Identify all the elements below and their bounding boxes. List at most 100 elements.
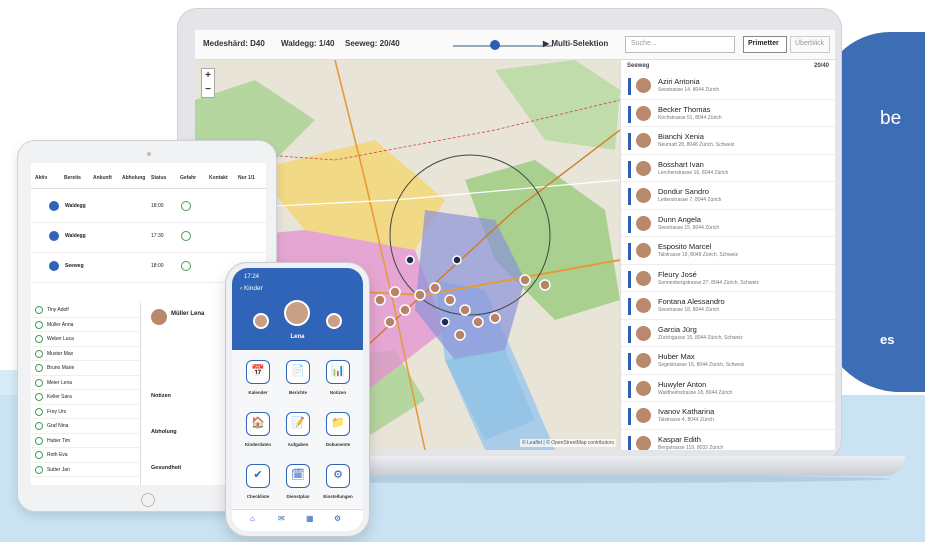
schedule-time: 18:00 [151,263,164,269]
child-list-item[interactable]: Sutter Jan [31,463,140,477]
avatar [49,201,59,211]
list-item[interactable]: Kaspar Edith Bergstrasse 119, 8032 Zürich [621,430,835,450]
tablet-child-list: Tiny Adolf Müller Anna Weber Luca Muster Ma… [31,303,141,485]
schedule-row[interactable]: Waldegg 18:00 [31,193,266,223]
child-list-item[interactable]: Meier Lena [31,376,140,390]
child-list-item[interactable]: Müller Anna [31,318,140,332]
child-list-item[interactable]: Muster Max [31,347,140,361]
list-item[interactable]: Fleury José Sonnenbergstrasse 27, 8044 Zü… [621,265,835,292]
tablet-tab[interactable]: Abholung [122,175,145,181]
child-avatar[interactable] [284,300,310,326]
tablet-tab[interactable]: Nur 1/1 [238,175,255,181]
avatar [635,214,652,232]
tablet-tab[interactable]: Ankunft [93,175,112,181]
check-icon[interactable] [181,261,191,271]
child-list-item[interactable]: Tiny Adolf [31,303,140,318]
messages-tab-icon[interactable]: ✉ [278,514,285,523]
person-name: Huwyler Anton [658,379,707,389]
status-bar [628,105,631,123]
person-name: Dondur Sandro [658,187,709,196]
person-name: Ivanov Katharina [658,407,715,416]
list-item[interactable]: Becker Thomas Kirchstrasse 51, 8044 Züric… [621,100,835,127]
tile-einstellungen-icon[interactable]: ⚙ [326,464,350,488]
list-item[interactable]: Esposito Marcel Talstrasse 19, 8048 Züric… [621,237,835,265]
status-bar [628,78,631,95]
person-address: Seestrasse 15, 8044 Zürich [658,224,720,231]
person-name: Becker Thomas [658,104,711,114]
status-icon [35,451,43,459]
calendar-tab-icon[interactable]: ▦ [306,514,314,523]
tablet-tab[interactable]: Bereits [64,175,81,181]
tile-aufgaben-icon[interactable]: 📝 [286,412,310,436]
list-item[interactable]: Huwyler Anton Waldheimstrasse 18, 8044 Zü… [621,375,835,402]
child-list-item[interactable]: Bruno Marie [31,361,140,376]
avatar [635,324,652,342]
sibling-avatar-left[interactable] [253,313,269,329]
tile-label: Checkliste [246,494,270,499]
person-address: Talstrasse 19, 8048 Zürich, Schweiz [658,252,739,258]
status-bar [628,325,631,343]
child-list-item[interactable]: Weber Luca [31,332,140,347]
settings-tab-icon[interactable]: ⚙ [334,514,341,523]
radius-slider-handle[interactable] [490,40,500,50]
child-list-item[interactable]: Frey Urs [31,405,140,419]
list-item[interactable]: Garcia Jürg Zürichgasse 15, 8044 Zürich, … [621,320,835,347]
tablet-tab[interactable]: Kontakt [209,175,228,181]
search-input[interactable]: Suche... [625,36,735,53]
status-bar [628,353,631,370]
list-item[interactable]: Bianchi Xenia Neumatt 28, 8048 Zürich, Sc… [621,127,835,155]
list-item[interactable]: Dondur Sandro Lettenstrasse 7, 8044 Züric… [621,182,835,210]
child-list-item[interactable]: Keller Sara [31,390,140,405]
avatar [635,352,652,369]
list-item[interactable]: Fontana Alessandro Seestrasse 18, 8044 Zü… [621,292,835,320]
tile-kinderdaten-icon[interactable]: 🏠 [246,412,270,436]
back-button[interactable]: ‹ Kinder [240,285,263,292]
tile-dienstplan-icon[interactable]: 🗓 [286,464,310,488]
child-name: Tiny Adolf [47,307,69,313]
schedule-row[interactable]: Waldegg 17:30 [31,223,266,253]
tile-kalender-icon[interactable]: 📅 [246,360,270,384]
tile-dokumente-icon[interactable]: 📁 [326,412,350,436]
list-item[interactable]: Bosshart Ivan Lerchenstrasse 16, 8044 Zür… [621,155,835,182]
sibling-avatar-right[interactable] [326,313,342,329]
tile-label: Kinderdaten [244,442,272,447]
primary-button[interactable]: Primetter [743,36,787,53]
overview-button[interactable]: Überblick [790,36,830,53]
check-icon[interactable] [181,231,191,241]
check-icon[interactable] [181,201,191,211]
child-name: Graf Nina [47,423,69,429]
person-address: Zürichgasse 15, 8044 Zürich, Schweiz [658,334,743,341]
status-icon [35,393,43,401]
tablet-tab[interactable]: Aktiv [35,175,47,181]
tablet-tab[interactable]: Gefahr [180,175,196,181]
avatar [635,379,652,397]
schedule-name: Waldegg [65,233,86,239]
list-item[interactable]: Dunn Angela Seestrasse 15, 8044 Zürich [621,210,835,237]
stat-waldegg[interactable]: Waldegg: 1/40 [281,39,335,48]
tile-checkliste-icon[interactable]: ✔ [246,464,270,488]
list-item[interactable]: Huber Max Segelstrasse 16, 8044 Zürich, S… [621,347,835,375]
stat-seeweg[interactable]: Seeweg: 20/40 [345,39,400,48]
avatar [635,242,652,259]
list-item[interactable]: Aziri Antonia Seestrasse 14, 8044 Zürich [621,72,835,100]
child-list-item[interactable]: Roth Eva [31,448,140,463]
zoom-control[interactable]: + − [201,68,215,98]
home-tab-icon[interactable]: ⌂ [250,514,255,523]
status-icon [35,422,43,430]
tile-berichte-icon[interactable]: 📄 [286,360,310,384]
person-name: Fleury José [658,269,697,279]
multi-select-button[interactable]: ▶ Multi-Selektion [543,39,608,48]
tablet-home-button[interactable] [141,493,155,507]
child-name: Meier Lena [47,379,73,386]
list-item[interactable]: Ivanov Katharina Talstrasse 4, 8044 Züric… [621,402,835,430]
child-list-item[interactable]: Huber Tim [31,434,140,448]
tablet-tab[interactable]: Status [151,175,166,181]
list-header: Seeweg 20/40 [621,60,835,72]
tile-label: Dokumente [325,442,351,447]
stat-medeshard[interactable]: Medeshärd: D40 [203,39,265,48]
tile-notizen-icon[interactable]: 📊 [326,360,350,384]
tile-label: Einstellungen [323,494,353,499]
child-list-item[interactable]: Graf Nina [31,419,140,434]
status-icon [35,465,43,474]
radius-slider-track[interactable] [453,45,553,47]
